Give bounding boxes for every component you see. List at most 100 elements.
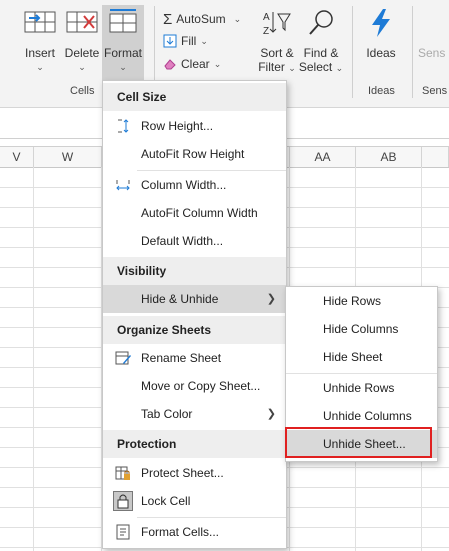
insert-chevron-icon: ⌄: [36, 62, 44, 72]
magnifier-icon: [309, 10, 333, 35]
column-header-w[interactable]: W: [34, 147, 102, 167]
row-height-icon: [118, 119, 129, 133]
autofit-column-width-label: AutoFit Column Width: [141, 206, 258, 220]
sens-group-label: Sens: [422, 85, 448, 97]
autosum-button[interactable]: Σ AutoSum ⌄: [163, 10, 241, 28]
sensitivity-label: Sens: [418, 46, 446, 60]
rename-sheet-icon: [115, 351, 131, 365]
delete-chevron-icon: ⌄: [78, 62, 86, 72]
svg-text:A: A: [263, 12, 270, 23]
eraser-icon: [164, 59, 176, 70]
protect-sheet-label: Protect Sheet...: [141, 466, 224, 480]
insert-cells-icon: [24, 11, 56, 33]
sensitivity-button[interactable]: Sens: [418, 46, 449, 60]
move-copy-sheet-item[interactable]: Move or Copy Sheet...: [103, 372, 286, 400]
ideas-button[interactable]: Ideas: [360, 8, 402, 60]
ideas-label: Ideas: [366, 46, 396, 60]
autosum-chevron-icon: ⌄: [233, 13, 242, 24]
find-select-label-1: Find &: [303, 46, 339, 60]
clear-button[interactable]: Clear ⌄: [163, 55, 221, 73]
hide-unhide-item[interactable]: Hide & Unhide ❯: [103, 285, 286, 313]
grid-line: [33, 167, 34, 551]
column-header-ab[interactable]: AB: [356, 147, 422, 167]
sort-filter-label-1: Sort &: [260, 46, 294, 60]
lightning-icon: [372, 9, 390, 37]
protect-sheet-item[interactable]: Protect Sheet...: [103, 459, 286, 487]
column-width-label: Column Width...: [141, 178, 227, 192]
hide-unhide-label: Hide & Unhide: [141, 292, 219, 306]
rename-sheet-item[interactable]: Rename Sheet: [103, 344, 286, 372]
unhide-rows-label: Unhide Rows: [323, 381, 395, 395]
format-cells-item[interactable]: Format Cells...: [103, 518, 286, 546]
delete-button[interactable]: Delete ⌄: [62, 8, 102, 74]
hide-rows-item[interactable]: Hide Rows: [286, 287, 437, 315]
ribbon-separator-2: [352, 6, 353, 98]
find-select-label-2-text: Select: [298, 60, 333, 74]
column-header-v[interactable]: V: [0, 147, 34, 167]
visibility-header: Visibility: [103, 257, 286, 285]
autofit-row-height-item[interactable]: AutoFit Row Height: [103, 140, 286, 168]
sort-filter-label-2: Filter ⌄: [256, 60, 298, 75]
organize-sheets-header: Organize Sheets: [103, 316, 286, 344]
insert-button[interactable]: Insert ⌄: [20, 8, 60, 74]
sort-filter-label-2-text: Filter: [258, 60, 285, 74]
cell-size-header: Cell Size: [103, 83, 286, 111]
fill-button[interactable]: Fill ⌄: [163, 32, 208, 50]
lock-icon-frame: [113, 491, 133, 511]
default-width-label: Default Width...: [141, 234, 224, 248]
default-width-item[interactable]: Default Width...: [103, 227, 286, 255]
svg-text:Z: Z: [263, 26, 269, 37]
fill-chevron-icon: ⌄: [200, 35, 208, 46]
delete-label: Delete: [64, 46, 100, 60]
column-header-next[interactable]: [422, 147, 449, 167]
row-height-label: Row Height...: [141, 119, 214, 133]
submenu-arrow-icon: ❯: [266, 293, 276, 305]
unhide-rows-item[interactable]: Unhide Rows: [286, 374, 437, 402]
highlight-box: [285, 427, 432, 458]
format-button[interactable]: Format ⌄: [102, 5, 144, 81]
sort-filter-chevron-icon: ⌄: [288, 63, 296, 73]
hide-columns-item[interactable]: Hide Columns: [286, 315, 437, 343]
find-select-label-2: Select ⌄: [298, 60, 344, 75]
protection-header: Protection: [103, 430, 286, 458]
lock-cell-label: Lock Cell: [141, 494, 191, 508]
clear-label: Clear: [181, 57, 210, 71]
rename-sheet-label: Rename Sheet: [141, 351, 222, 365]
column-width-item[interactable]: Column Width...: [103, 171, 286, 199]
cells-group-label: Cells: [70, 85, 95, 97]
format-menu: Cell Size Row Height... AutoFit Row Heig…: [102, 80, 287, 549]
format-cells-label: Format Cells...: [141, 525, 220, 539]
row-height-item[interactable]: Row Height...: [103, 112, 286, 140]
delete-cells-icon: [66, 11, 98, 33]
format-cells-dialog-icon: [116, 524, 130, 540]
lock-cell-item[interactable]: Lock Cell: [103, 487, 286, 515]
column-header-aa[interactable]: AA: [290, 147, 356, 167]
autosum-label: AutoSum: [176, 12, 226, 26]
ideas-group-label: Ideas: [368, 85, 395, 97]
ribbon-separator-3: [412, 6, 413, 98]
autosum-icon: Σ: [163, 10, 173, 28]
insert-label: Insert: [24, 46, 55, 60]
column-width-icon: [116, 180, 130, 191]
autofit-row-height-label: AutoFit Row Height: [141, 147, 245, 161]
find-select-button[interactable]: Find & Select ⌄: [298, 8, 344, 75]
format-cells-icon: [109, 9, 137, 33]
autofit-column-width-item[interactable]: AutoFit Column Width: [103, 199, 286, 227]
unhide-columns-item[interactable]: Unhide Columns: [286, 402, 437, 430]
tab-color-label: Tab Color: [141, 407, 193, 421]
hide-sheet-label: Hide Sheet: [323, 350, 383, 364]
hide-rows-label: Hide Rows: [323, 294, 382, 308]
format-chevron-icon: ⌄: [119, 62, 127, 72]
sort-filter-button[interactable]: A Z Sort & Filter ⌄: [256, 8, 298, 75]
submenu-arrow-icon: ❯: [266, 408, 276, 420]
tab-color-item[interactable]: Tab Color ❯: [103, 400, 286, 428]
move-copy-sheet-label: Move or Copy Sheet...: [141, 379, 261, 393]
clear-chevron-icon: ⌄: [213, 58, 222, 69]
fill-down-icon: [163, 34, 177, 48]
format-label: Format: [103, 46, 142, 60]
hide-sheet-item[interactable]: Hide Sheet: [286, 343, 437, 371]
fill-label: Fill: [181, 34, 197, 48]
lock-icon: [117, 494, 129, 509]
hide-columns-label: Hide Columns: [323, 322, 399, 336]
sort-filter-icon: A Z: [263, 12, 291, 37]
